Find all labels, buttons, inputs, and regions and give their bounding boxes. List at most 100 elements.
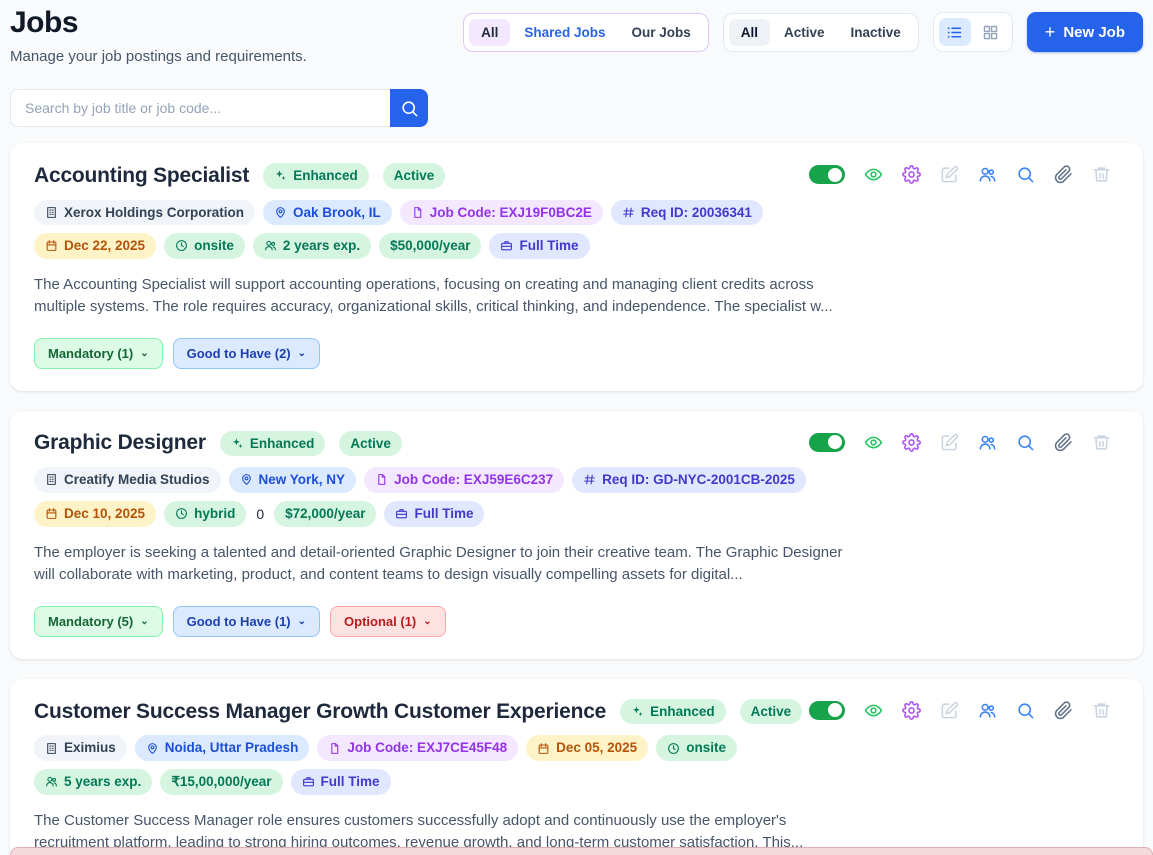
badge-label: $72,000/year <box>285 506 366 522</box>
requirements-dropdown-mandatory[interactable]: Mandatory (1) ⌄ <box>34 337 163 369</box>
badge-label: Dec 22, 2025 <box>64 238 146 254</box>
badge-label: Dec 05, 2025 <box>556 740 638 756</box>
status-toggle[interactable] <box>809 165 845 184</box>
clock-badge: hybrid <box>164 501 247 527</box>
building-icon <box>45 742 58 755</box>
search-magnifier-icon[interactable] <box>1016 165 1035 184</box>
badge-label: hybrid <box>194 506 236 522</box>
candidates-users-icon[interactable] <box>978 701 997 720</box>
search-magnifier-icon[interactable] <box>1016 433 1035 452</box>
scope-option-our-jobs[interactable]: Our Jobs <box>619 19 702 46</box>
briefcase-icon <box>500 239 513 252</box>
dropdown-label: Optional (1) <box>344 613 417 629</box>
attachments-paperclip-icon[interactable] <box>1054 701 1073 720</box>
text-badge: $72,000/year <box>274 501 377 527</box>
edit-pencil-icon[interactable] <box>940 701 959 720</box>
hash-badge: Req ID: 20036341 <box>610 199 763 226</box>
badge-label: $50,000/year <box>390 238 471 254</box>
requirements-dropdown-mandatory[interactable]: Mandatory (5) ⌄ <box>34 605 163 637</box>
view-eye-icon[interactable] <box>864 701 883 720</box>
job-actions <box>809 432 1111 452</box>
briefcase-badge: Full Time <box>384 501 485 527</box>
badge-label: 0 <box>256 505 265 522</box>
badge-label: Creatify Media Studios <box>64 472 210 488</box>
delete-trash-icon[interactable] <box>1092 433 1111 452</box>
pin-icon <box>146 742 159 755</box>
view-eye-icon[interactable] <box>864 433 883 452</box>
delete-trash-icon[interactable] <box>1092 701 1111 720</box>
calendar-icon <box>537 742 550 755</box>
clock-badge: onsite <box>164 233 245 259</box>
job-title-row: Graphic Designer Enhanced Active <box>34 430 854 457</box>
grid-view-icon[interactable] <box>975 18 1007 46</box>
job-title-row: Customer Success Manager Growth Customer… <box>34 698 854 725</box>
delete-trash-icon[interactable] <box>1092 165 1111 184</box>
search-icon <box>400 99 419 118</box>
settings-gear-icon[interactable] <box>902 165 921 184</box>
status-toggle[interactable] <box>809 432 845 452</box>
text-badge: ₹15,00,000/year <box>160 769 283 795</box>
requirements-dropdown-optional[interactable]: Optional (1) ⌄ <box>330 605 446 637</box>
file-icon <box>328 742 341 755</box>
users-badge: 2 years exp. <box>252 233 372 259</box>
page-header: Jobs Manage your job postings and requir… <box>10 6 1143 65</box>
list-view-icon[interactable] <box>938 18 971 46</box>
status-option-active[interactable]: Active <box>772 19 837 46</box>
status-option-inactive[interactable]: Inactive <box>839 19 913 46</box>
file-badge: Job Code: EXJ7CE45F48 <box>317 735 519 762</box>
plus-icon: + <box>1044 22 1056 42</box>
scope-option-all[interactable]: All <box>469 18 511 46</box>
chevron-down-icon: ⌄ <box>140 347 149 359</box>
edit-pencil-icon[interactable] <box>940 433 959 452</box>
badge-label: Active <box>393 168 435 183</box>
users-icon <box>45 775 58 788</box>
calendar-icon <box>45 239 58 252</box>
view-eye-icon[interactable] <box>864 165 883 184</box>
text-badge: $50,000/year <box>379 233 482 259</box>
sparkles-badge: Enhanced <box>263 163 369 189</box>
text-badge: Active <box>339 430 402 457</box>
header-controls: All Shared Jobs Our Jobs All Active Inactive… <box>463 12 1143 52</box>
edit-pencil-icon[interactable] <box>940 165 959 184</box>
requirements-dropdown-good[interactable]: Good to Have (1) ⌄ <box>172 605 321 637</box>
sparkles-badge: Enhanced <box>219 430 326 457</box>
search-magnifier-icon[interactable] <box>1016 701 1035 720</box>
settings-gear-icon[interactable] <box>902 700 921 720</box>
scope-option-shared-jobs[interactable]: Shared Jobs <box>512 19 617 46</box>
job-meta: Eximius Noida, Uttar Pradesh Job Code: EXJ… <box>34 735 834 795</box>
candidates-users-icon[interactable] <box>978 433 997 452</box>
job-meta: Creatify Media Studios New York, NY Job Co… <box>34 467 834 527</box>
status-toggle[interactable] <box>809 700 845 720</box>
view-toggle <box>932 12 1013 52</box>
badge-label: Full Time <box>519 238 579 254</box>
calendar-icon <box>45 507 58 520</box>
attachments-paperclip-icon[interactable] <box>1054 165 1073 184</box>
pin-icon <box>240 473 253 486</box>
building-badge: Xerox Holdings Corporation <box>34 199 256 226</box>
settings-gear-icon[interactable] <box>902 432 921 452</box>
search-button[interactable] <box>390 89 428 127</box>
toggle-knob <box>828 167 842 182</box>
search-input[interactable] <box>10 89 390 127</box>
candidates-users-icon[interactable] <box>978 165 997 184</box>
badge-label: Oak Brook, IL <box>293 204 381 220</box>
status-option-all[interactable]: All <box>728 18 770 46</box>
badge-label: New York, NY <box>258 472 346 488</box>
badge-label: Xerox Holdings Corporation <box>64 204 245 220</box>
calendar-badge: Dec 05, 2025 <box>526 735 649 762</box>
job-requirements: Mandatory (5) ⌄ Good to Have (1) ⌄ Optional … <box>34 605 1119 637</box>
new-job-button[interactable]: + New Job <box>1026 12 1143 52</box>
badge-label: Full Time <box>414 506 474 522</box>
scope-filter-group: All Shared Jobs Our Jobs <box>463 12 709 52</box>
requirements-dropdown-good[interactable]: Good to Have (2) ⌄ <box>172 337 321 369</box>
badge-label: 5 years exp. <box>64 774 142 790</box>
status-filter-group: All Active Inactive <box>722 12 919 52</box>
chevron-down-icon: ⌄ <box>423 615 432 627</box>
users-badge: 5 years exp. <box>34 769 153 795</box>
badge-label: 2 years exp. <box>282 238 361 254</box>
file-icon <box>375 473 388 486</box>
sparkles-icon <box>631 705 644 718</box>
badge-label: Eximius <box>64 740 116 756</box>
building-icon <box>45 473 58 486</box>
attachments-paperclip-icon[interactable] <box>1054 432 1073 452</box>
